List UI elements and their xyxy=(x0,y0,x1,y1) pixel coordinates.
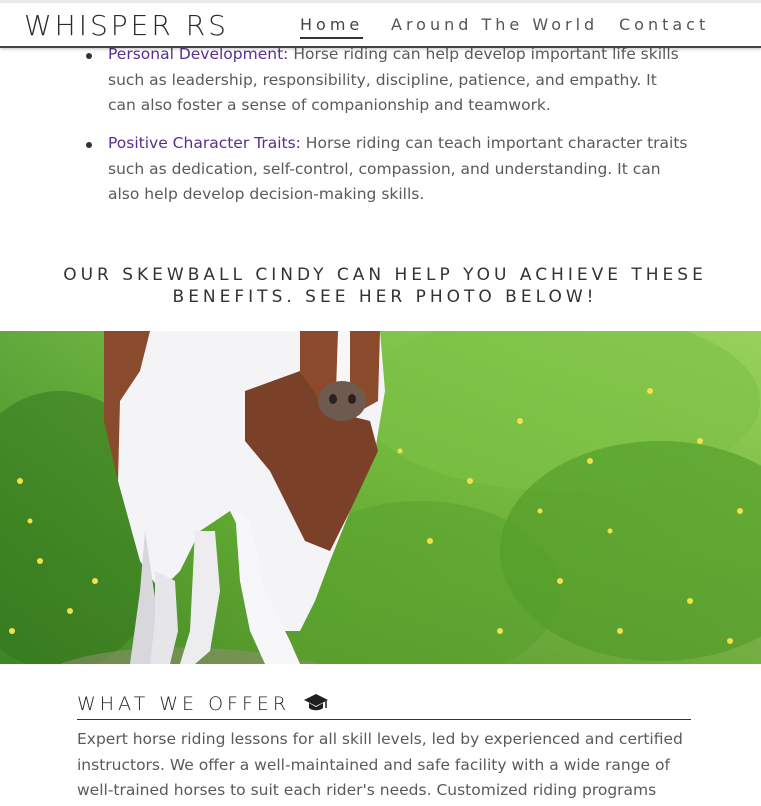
nav-around-the-world-link[interactable]: Around The World xyxy=(391,15,598,37)
benefit-term: Positive Character Traits: xyxy=(108,134,301,152)
bullet-dot xyxy=(86,142,92,148)
horse-photo xyxy=(0,331,761,664)
graduation-cap-icon xyxy=(303,692,329,716)
nav-contact-link[interactable]: Contact xyxy=(619,15,709,37)
list-item: Positive Character Traits: Horse riding … xyxy=(86,131,688,208)
offer-title-text: WHAT WE OFFER xyxy=(77,693,291,715)
offer-paragraph: Expert horse riding lessons for all skil… xyxy=(77,730,683,799)
site-header: WHISPER RS Home Around The World Contact xyxy=(0,0,761,48)
nav-home-link[interactable]: Home xyxy=(300,15,364,39)
list-item: Personal Development: Horse riding can h… xyxy=(86,42,688,119)
main-nav: Home Around The World Contact xyxy=(0,15,761,39)
horse-photo-illustration xyxy=(0,331,761,664)
cindy-heading: OUR SKEWBALL CINDY CAN HELP YOU ACHIEVE … xyxy=(63,265,707,307)
top-border xyxy=(0,0,761,3)
bullet-dot xyxy=(86,53,92,59)
offer-heading: WHAT WE OFFER xyxy=(77,692,691,720)
